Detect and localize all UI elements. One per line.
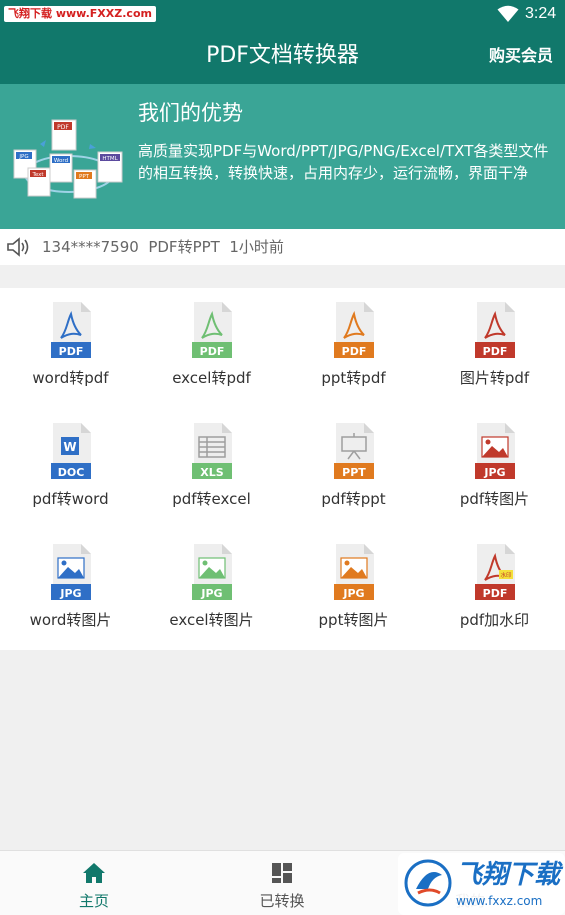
svg-text:PPT: PPT xyxy=(79,174,90,180)
tool-word-to-image[interactable]: JPG word转图片 xyxy=(0,530,141,650)
pdf-file-icon: PDF xyxy=(474,302,515,358)
tool-label: word转pdf xyxy=(32,369,109,387)
tool-pdf-to-ppt[interactable]: PPT pdf转ppt xyxy=(283,409,424,529)
svg-text:JPG: JPG xyxy=(483,466,505,479)
tool-label: pdf转ppt xyxy=(321,490,386,508)
svg-text:JPG: JPG xyxy=(18,154,28,160)
svg-text:PDF: PDF xyxy=(482,587,507,600)
banner-description: 高质量实现PDF与Word/PPT/JPG/PNG/Excel/TXT各类型文件… xyxy=(138,142,549,182)
brand-logo-icon xyxy=(404,859,452,907)
nav-converted[interactable]: 已转换 xyxy=(188,851,376,915)
tool-label: pdf转word xyxy=(32,490,109,508)
svg-text:PDF: PDF xyxy=(341,345,366,358)
tool-label: pdf转excel xyxy=(172,490,251,508)
nav-home-label: 主页 xyxy=(78,892,109,910)
svg-text:Word: Word xyxy=(54,158,68,164)
tool-label: ppt转图片 xyxy=(318,611,389,629)
svg-text:PDF: PDF xyxy=(57,124,69,131)
svg-text:PDF: PDF xyxy=(58,345,83,358)
svg-text:DOC: DOC xyxy=(57,466,84,479)
status-bar: 飞翔下载 www.FXXZ.com 3:24 xyxy=(0,0,565,28)
tool-pdf-to-image[interactable]: JPG pdf转图片 xyxy=(424,409,565,529)
site-watermark: 飞翔下载 www.fxxz.com xyxy=(398,853,565,915)
svg-text:Text: Text xyxy=(31,172,44,178)
banner-title: 我们的优势 xyxy=(138,101,243,125)
ppt-file-icon: PPT xyxy=(333,423,374,479)
tool-label: word转图片 xyxy=(29,611,112,629)
grid-icon xyxy=(272,863,292,883)
speaker-icon xyxy=(7,237,29,257)
doc-file-icon: W DOC xyxy=(50,423,91,479)
tool-label: ppt转pdf xyxy=(321,369,386,387)
svg-text:HTML: HTML xyxy=(102,156,118,162)
tool-image-to-pdf[interactable]: PDF 图片转pdf xyxy=(424,288,565,408)
buy-member-button[interactable]: 购买会员 xyxy=(489,28,553,84)
wifi-icon xyxy=(497,5,519,22)
conversion-notice: 134****7590 PDF转PPT 1小时前 xyxy=(0,229,565,265)
tool-excel-to-pdf[interactable]: PDF excel转pdf xyxy=(141,288,282,408)
home-icon xyxy=(83,863,105,883)
pdf-file-icon: PDF xyxy=(333,302,374,358)
svg-text:PDF: PDF xyxy=(482,345,507,358)
svg-text:XLS: XLS xyxy=(200,466,223,479)
svg-text:水印: 水印 xyxy=(500,571,512,579)
clock: 3:24 xyxy=(525,5,557,22)
nav-home[interactable]: 主页 xyxy=(0,851,188,915)
pdf-file-icon: PDF xyxy=(191,302,232,358)
tool-pdf-to-excel[interactable]: XLS pdf转excel xyxy=(141,409,282,529)
watermark-top: 飞翔下载 www.FXXZ.com xyxy=(4,6,156,22)
tool-word-to-pdf[interactable]: PDF word转pdf xyxy=(0,288,141,408)
app-bar: PDF文档转换器 购买会员 xyxy=(0,28,565,84)
svg-text:JPG: JPG xyxy=(200,587,222,600)
jpg-file-icon: JPG xyxy=(191,544,232,600)
notice-text: 134****7590 PDF转PPT 1小时前 xyxy=(42,238,284,256)
xls-file-icon: XLS xyxy=(191,423,232,479)
tool-ppt-to-pdf[interactable]: PDF ppt转pdf xyxy=(283,288,424,408)
tool-pdf-to-word[interactable]: W DOC pdf转word xyxy=(0,409,141,529)
app-title: PDF文档转换器 xyxy=(206,43,359,68)
watermark-pdf-icon: 水印 PDF xyxy=(474,544,515,600)
watermark-url: www.fxxz.com xyxy=(456,894,543,908)
advantages-banner: PDF JPG Word HTML Text PPT 我们的优势 高质量实现PD… xyxy=(0,84,565,229)
tool-excel-to-image[interactable]: JPG excel转图片 xyxy=(141,530,282,650)
tool-label: excel转pdf xyxy=(172,369,251,387)
tool-ppt-to-image[interactable]: JPG ppt转图片 xyxy=(283,530,424,650)
file-conversion-illustration: PDF JPG Word HTML Text PPT xyxy=(13,119,123,199)
svg-text:JPG: JPG xyxy=(342,587,364,600)
tool-label: pdf加水印 xyxy=(459,611,530,629)
jpg-file-icon: JPG xyxy=(474,423,515,479)
watermark-brand: 飞翔下载 xyxy=(456,860,561,890)
tool-label: 图片转pdf xyxy=(459,369,530,387)
svg-text:PDF: PDF xyxy=(199,345,224,358)
tools-grid: PDF word转pdf PDF excel转pdf PDF ppt转pdf P… xyxy=(0,288,565,650)
svg-text:PPT: PPT xyxy=(342,466,366,479)
svg-text:W: W xyxy=(63,440,76,454)
svg-text:JPG: JPG xyxy=(59,587,81,600)
jpg-file-icon: JPG xyxy=(50,544,91,600)
pdf-file-icon: PDF xyxy=(50,302,91,358)
tool-label: pdf转图片 xyxy=(459,490,530,508)
nav-converted-label: 已转换 xyxy=(259,892,305,910)
jpg-file-icon: JPG xyxy=(333,544,374,600)
tool-pdf-watermark[interactable]: 水印 PDF pdf加水印 xyxy=(424,530,565,650)
tool-label: excel转图片 xyxy=(169,611,254,629)
